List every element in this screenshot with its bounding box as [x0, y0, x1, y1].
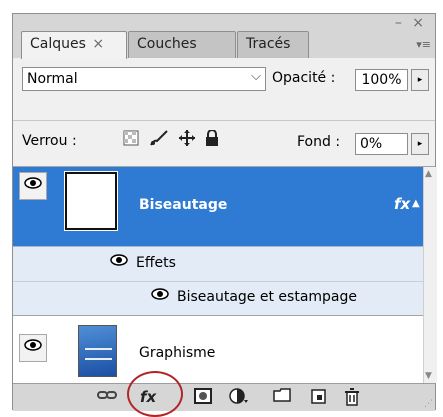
panel-menu-icon[interactable]: ▾≡	[416, 38, 431, 51]
layers-list: Biseautage fx ▲ Effets Biseautage et est…	[13, 167, 423, 383]
add-mask-icon[interactable]	[194, 388, 212, 408]
window-controls[interactable]: – ×	[395, 15, 427, 31]
tab-traces[interactable]: Tracés	[237, 31, 309, 58]
link-layers-icon[interactable]	[97, 388, 117, 406]
close-icon[interactable]: ×	[92, 36, 104, 52]
layers-scrollbar[interactable]: ▲ ▼	[423, 167, 437, 383]
layer-name[interactable]: Graphisme	[139, 345, 215, 361]
opacity-slider-button[interactable]: ▸	[411, 69, 429, 91]
effects-label: Effets	[136, 255, 176, 271]
layer-thumbnail	[64, 171, 118, 231]
brush-lock-icon[interactable]	[149, 130, 174, 150]
visibility-eye-icon[interactable]	[19, 172, 47, 200]
fill-label: Fond :	[297, 134, 341, 150]
layers-bottom-bar: fx ⋰	[13, 371, 435, 417]
tab-traces-label: Tracés	[246, 36, 291, 52]
visibility-eye-icon[interactable]	[19, 334, 47, 362]
layer-thumbnail	[78, 325, 117, 377]
scroll-up-icon[interactable]: ▲	[425, 169, 432, 179]
add-layer-style-icon[interactable]: fx	[140, 388, 156, 406]
adjustment-layer-icon[interactable]	[229, 388, 249, 408]
resize-grip-icon[interactable]: ⋰	[424, 399, 433, 409]
padlock-icon[interactable]	[205, 129, 219, 150]
thumbnail-graphic	[85, 348, 112, 360]
effects-row[interactable]: Effets	[13, 246, 423, 281]
effect-label: Biseautage et estampage	[177, 289, 358, 305]
effect-item-bevel[interactable]: Biseautage et estampage	[13, 281, 423, 315]
layers-panel: – × Calques × Couches Tracés ▾≡ Normal ⌵…	[12, 13, 437, 417]
chevron-down-icon: ⌵	[251, 69, 261, 84]
tab-couches[interactable]: Couches	[128, 31, 236, 58]
blend-mode-value: Normal	[27, 71, 78, 87]
opacity-input[interactable]: 100%	[355, 69, 408, 91]
lock-icons	[123, 129, 224, 150]
layer-row-biseautage[interactable]: Biseautage fx ▲	[13, 167, 423, 246]
layer-name[interactable]: Biseautage	[139, 197, 227, 213]
layer-row-graphisme[interactable]: Graphisme	[13, 315, 423, 383]
lock-label: Verrou :	[22, 133, 77, 149]
scroll-down-icon[interactable]: ▼	[425, 371, 432, 381]
fill-slider-button[interactable]: ▸	[411, 133, 429, 155]
tab-couches-label: Couches	[137, 36, 197, 52]
fill-input[interactable]: 0%	[355, 133, 408, 155]
fx-icon[interactable]: fx	[394, 195, 410, 213]
blend-mode-select[interactable]: Normal ⌵	[22, 67, 266, 91]
new-group-icon[interactable]	[273, 388, 291, 406]
effects-eye-icon[interactable]	[110, 254, 128, 270]
bevel-eye-icon[interactable]	[151, 288, 169, 304]
new-layer-icon[interactable]	[311, 388, 327, 408]
tab-calques-label: Calques	[30, 36, 86, 52]
tab-calques[interactable]: Calques ×	[21, 31, 127, 59]
transparency-lock-icon[interactable]	[123, 130, 144, 150]
delete-layer-icon[interactable]	[344, 388, 360, 410]
opacity-label: Opacité :	[272, 70, 336, 86]
collapse-effects-icon[interactable]: ▲	[412, 198, 420, 209]
move-lock-icon[interactable]	[179, 130, 200, 150]
